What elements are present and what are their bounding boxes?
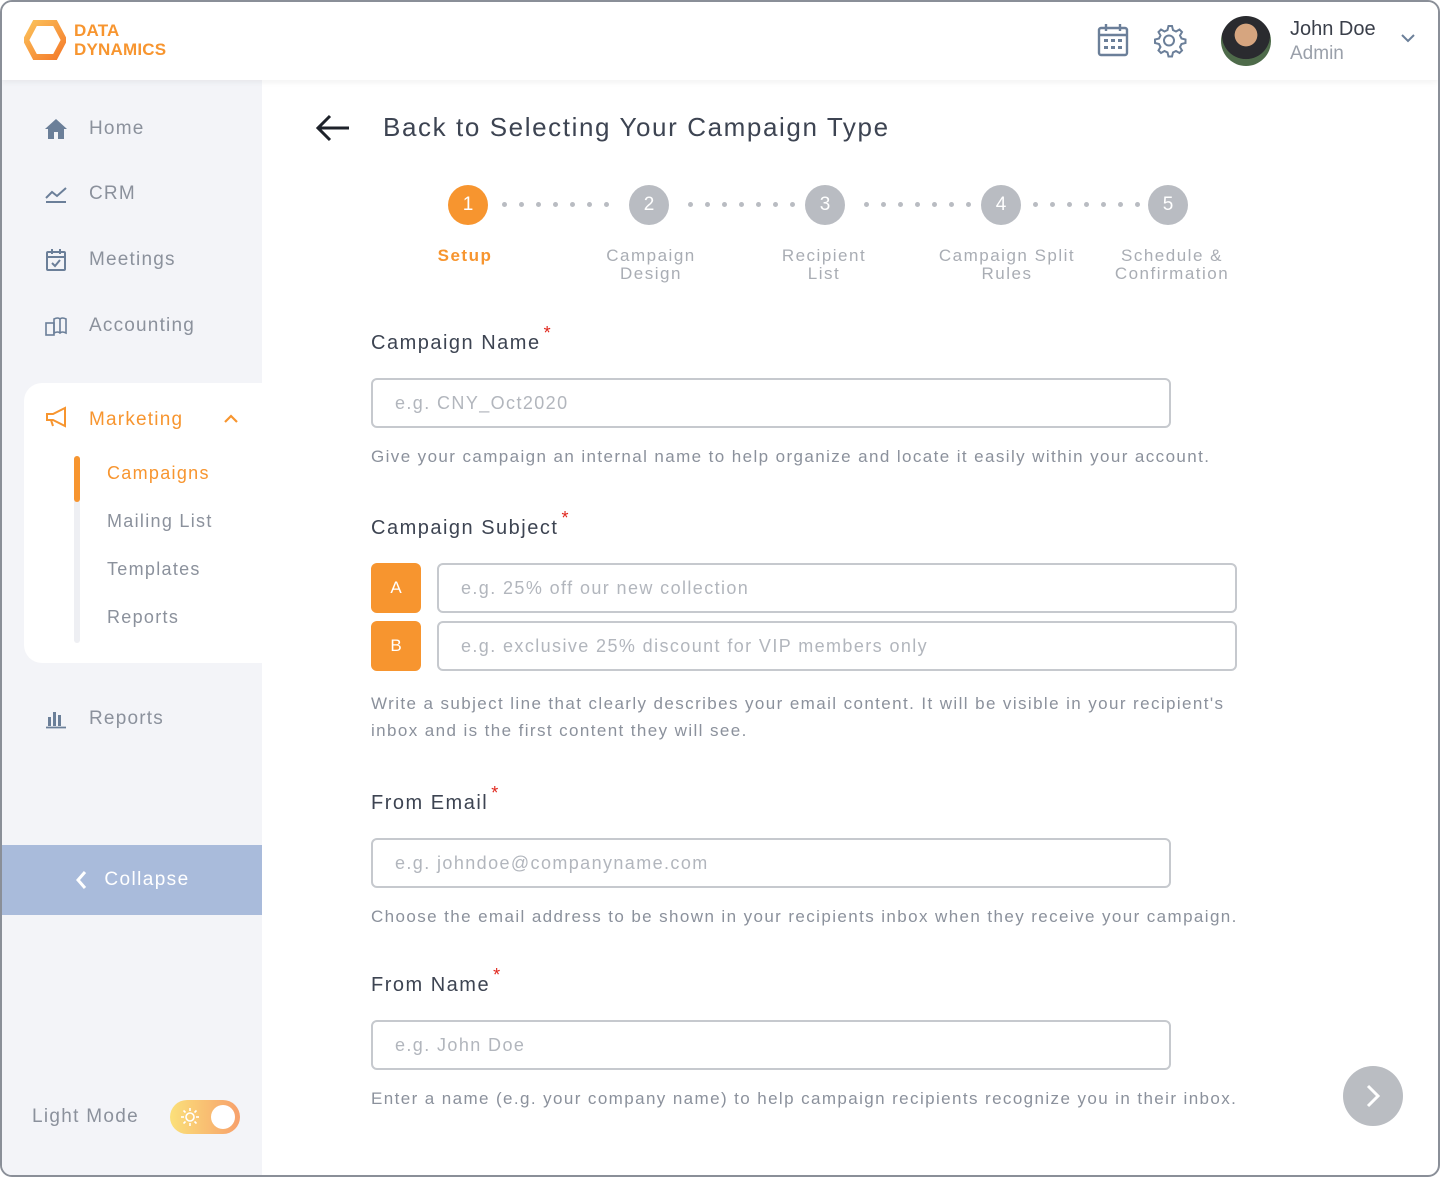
toggle-knob — [211, 1105, 235, 1129]
brand-line-1: DATA — [74, 21, 120, 40]
step-label-line: Rules — [981, 264, 1033, 283]
from-name-label: From Name * — [371, 965, 502, 997]
top-bar: DATA DYNAMICS John Doe Admin — [2, 2, 1438, 80]
page-title[interactable]: Back to Selecting Your Campaign Type — [383, 112, 890, 143]
field-label-text: Campaign Name — [371, 332, 541, 354]
collapse-button[interactable]: Collapse — [2, 845, 262, 915]
from-email-help: Choose the email address to be shown in … — [371, 907, 1238, 926]
step-2-label[interactable]: Campaign Design — [581, 247, 721, 283]
gear-icon[interactable] — [1151, 22, 1187, 58]
step-1-label[interactable]: Setup — [405, 247, 525, 265]
next-step-button[interactable] — [1343, 1066, 1403, 1126]
app-window: DATA DYNAMICS John Doe Admin Home CRM Me… — [0, 0, 1440, 1177]
brand-logo[interactable]: DATA DYNAMICS — [24, 20, 166, 60]
from-name-help: Enter a name (e.g. your company name) to… — [371, 1089, 1238, 1108]
help-line: inbox and is the first content they will… — [371, 721, 748, 740]
step-1-circle[interactable]: 1 — [448, 185, 488, 225]
step-label-line: Schedule & — [1121, 246, 1223, 265]
required-asterisk: * — [561, 508, 570, 528]
sidebar-subitem-mailing-list[interactable]: Mailing List — [107, 511, 213, 532]
sidebar-item-marketing[interactable]: Marketing — [44, 405, 183, 434]
chevron-left-icon — [76, 871, 87, 889]
from-email-label: From Email * — [371, 783, 500, 815]
field-label-text: From Name — [371, 974, 491, 996]
light-mode-toggle[interactable] — [170, 1100, 240, 1134]
step-4-label[interactable]: Campaign Split Rules — [922, 247, 1092, 283]
subject-a-input[interactable] — [437, 563, 1237, 613]
collapse-label: Collapse — [104, 869, 190, 890]
submenu-active-indicator — [74, 456, 80, 502]
campaign-subject-label: Campaign Subject * — [371, 508, 570, 540]
light-mode-label: Light Mode — [32, 1106, 140, 1127]
sidebar: Home CRM Meetings Accounting Marketing C… — [2, 80, 274, 1175]
step-label-line: Campaign — [606, 246, 696, 265]
chart-line-icon — [42, 180, 70, 208]
sidebar-item-crm[interactable]: CRM — [42, 179, 136, 209]
hexagon-logo-icon — [24, 20, 66, 60]
field-label-text: From Email — [371, 792, 489, 814]
subject-variant-b-badge: B — [371, 621, 421, 671]
sidebar-subitem-templates[interactable]: Templates — [107, 559, 201, 580]
avatar[interactable] — [1221, 16, 1271, 66]
calendar-icon[interactable] — [1095, 22, 1131, 58]
step-4-circle[interactable]: 4 — [981, 185, 1021, 225]
back-arrow-icon[interactable] — [314, 112, 352, 144]
step-label-line: Confirmation — [1114, 264, 1230, 283]
campaign-name-label: Campaign Name * — [371, 323, 552, 355]
chevron-right-icon — [1366, 1084, 1381, 1108]
sidebar-subitem-reports[interactable]: Reports — [107, 607, 179, 628]
sidebar-item-label: Home — [89, 118, 145, 139]
field-label-text: Campaign Subject — [371, 517, 559, 539]
from-email-input[interactable] — [371, 838, 1171, 888]
step-label-line: Campaign Split — [938, 246, 1076, 265]
step-label-line: Recipient — [781, 246, 867, 265]
step-3-label[interactable]: Recipient List — [754, 247, 894, 283]
bar-chart-icon — [42, 705, 70, 733]
sidebar-item-reports[interactable]: Reports — [42, 704, 164, 734]
required-asterisk: * — [491, 783, 500, 803]
step-label-line: List — [807, 264, 841, 283]
campaign-subject-help: Write a subject line that clearly descri… — [371, 690, 1224, 744]
required-asterisk: * — [543, 323, 553, 343]
home-icon — [42, 115, 70, 143]
step-5-label[interactable]: Schedule & Confirmation — [1097, 247, 1247, 283]
brand-name: DATA DYNAMICS — [74, 21, 166, 59]
from-name-input[interactable] — [371, 1020, 1171, 1070]
brand-line-2: DYNAMICS — [74, 40, 167, 59]
step-5-circle[interactable]: 5 — [1148, 185, 1188, 225]
sidebar-item-label: CRM — [89, 183, 136, 204]
step-label-line: Setup — [437, 246, 493, 265]
subject-variant-a-badge: A — [371, 563, 421, 613]
chevron-up-icon[interactable] — [222, 411, 240, 425]
calendar-check-icon — [42, 246, 70, 274]
sidebar-item-home[interactable]: Home — [42, 114, 144, 144]
required-asterisk: * — [493, 965, 502, 985]
campaign-name-help: Give your campaign an internal name to h… — [371, 447, 1211, 466]
sidebar-item-label: Meetings — [89, 249, 176, 270]
sidebar-subitem-campaigns[interactable]: Campaigns — [107, 463, 210, 484]
step-2-circle[interactable]: 2 — [629, 185, 669, 225]
user-role: Admin — [1290, 43, 1344, 64]
step-3-circle[interactable]: 3 — [805, 185, 845, 225]
megaphone-icon — [44, 405, 70, 434]
chevron-down-icon[interactable] — [1398, 28, 1418, 48]
accounting-icon — [42, 312, 70, 340]
sidebar-item-accounting[interactable]: Accounting — [42, 311, 195, 341]
campaign-name-input[interactable] — [371, 378, 1171, 428]
marketing-section: Marketing Campaigns Mailing List Templat… — [24, 383, 274, 663]
help-line: Write a subject line that clearly descri… — [371, 694, 1225, 713]
sidebar-item-label: Reports — [89, 708, 164, 729]
sidebar-item-label: Accounting — [89, 315, 196, 336]
step-label-line: Design — [620, 264, 682, 283]
sidebar-item-label: Marketing — [89, 408, 184, 430]
subject-b-input[interactable] — [437, 621, 1237, 671]
user-name: John Doe — [1290, 18, 1376, 40]
sidebar-item-meetings[interactable]: Meetings — [42, 245, 176, 275]
sun-icon — [181, 1108, 199, 1126]
